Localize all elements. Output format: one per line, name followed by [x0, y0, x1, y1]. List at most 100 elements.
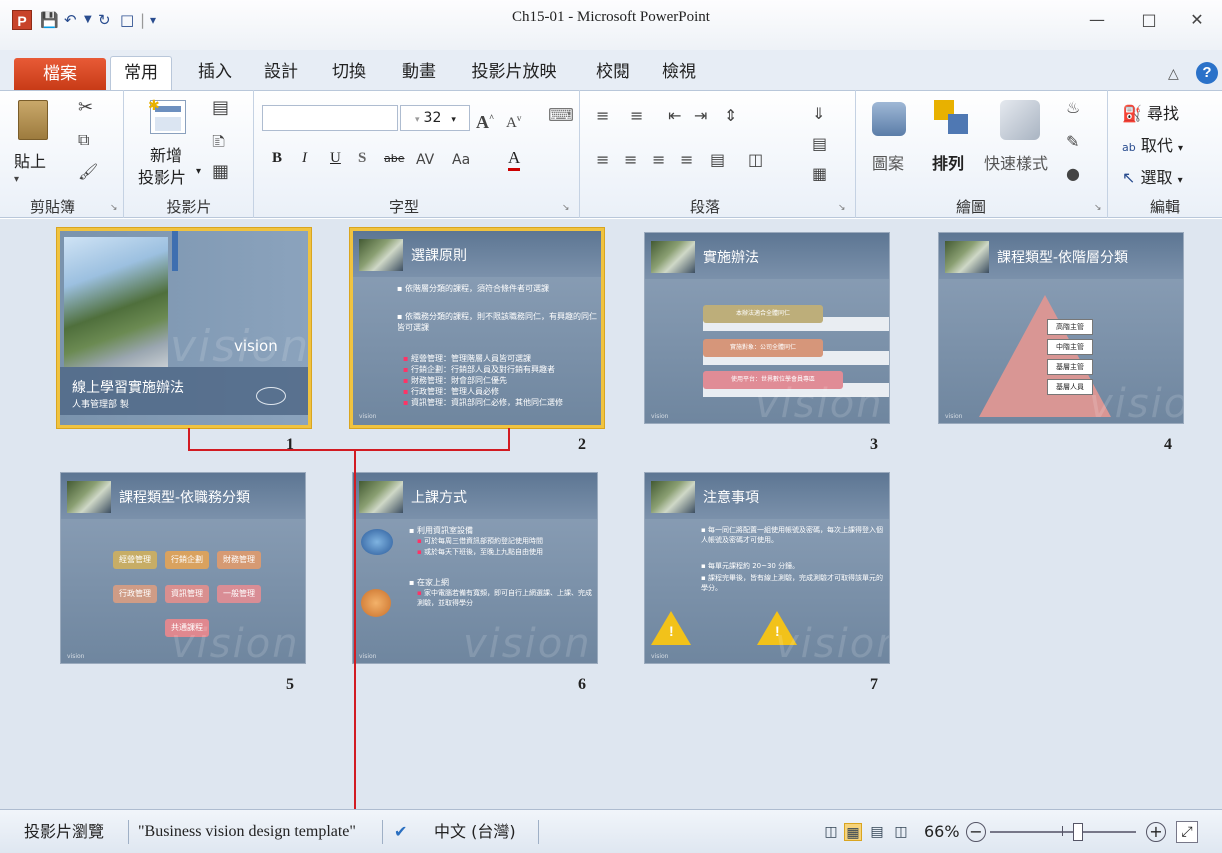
zoom-slider-thumb[interactable] — [1072, 823, 1083, 841]
slide-thumbnail-6[interactable]: 上課方式 ▪ 利用資訊室設備 ▪ 可於每周三借資訊部預約登記使用時間 ▪ 或於每… — [352, 472, 598, 664]
paste-dropdown-icon[interactable]: ▾ — [14, 170, 19, 190]
slide2-sub-bullet-1: ▪ 經營管理：管理階層人員皆可選課 — [403, 354, 531, 363]
slide-thumbnail-3[interactable]: 實施辦法 本辦法適合全體同仁 實施對象：公司全體同仁 使用平台：世界數位學會員專… — [644, 232, 890, 424]
tab-review[interactable]: 校閱 — [588, 56, 638, 90]
replace-button[interactable]: ab 取代 ▾ — [1122, 132, 1183, 156]
paste-icon[interactable] — [18, 100, 48, 140]
tab-design[interactable]: 設計 — [256, 56, 306, 90]
tab-animations[interactable]: 動畫 — [394, 56, 444, 90]
columns-icon[interactable]: ◫ — [748, 150, 763, 170]
quick-styles-button[interactable]: 快速樣式 — [984, 150, 1048, 174]
increase-indent-icon[interactable]: ⇥ — [694, 106, 707, 126]
format-painter-icon[interactable]: 🖌 — [78, 162, 98, 182]
slide-thumbnail-5[interactable]: 課程類型-依職務分類 經營管理 行銷企劃 財務管理 行政管理 資訊管理 一般管理… — [60, 472, 306, 664]
cut-icon[interactable]: ✂ — [78, 98, 93, 118]
section-icon[interactable]: ▦ — [212, 162, 229, 182]
fit-to-window-icon[interactable]: ⤢ — [1176, 821, 1198, 843]
font-name-combo[interactable] — [262, 105, 398, 131]
zoom-level[interactable]: 66% — [924, 810, 960, 853]
justify-icon[interactable]: ≡ — [680, 150, 693, 170]
reading-view-icon[interactable]: ▤ — [868, 823, 886, 841]
help-icon[interactable]: ? — [1196, 62, 1218, 84]
layout-icon[interactable]: ▤ — [212, 98, 229, 118]
tab-home[interactable]: 常用 — [110, 56, 172, 90]
slide-thumbnail-1[interactable]: vision vision 線上學習實施辦法 人事管理部 製 — [57, 228, 311, 428]
slide7-bullet-1-text: 每一同仁將配置一組使用帳號及密碼，每次上課得登入個人帳號及密碼才可使用。 — [701, 526, 883, 544]
text-direction-icon[interactable]: ⇓ — [812, 104, 825, 124]
shape-effects-icon[interactable]: ● — [1066, 164, 1080, 184]
slide-thumbnail-4[interactable]: 課程類型-依階層分類 高階主管 中階主管 基層主管 基層人員 vision vi… — [938, 232, 1184, 424]
slide6-sub-2: ▪ 或於每天下班後，至晚上九點自由使用 — [417, 548, 543, 556]
new-slide-label-1[interactable]: 新增 — [150, 142, 182, 166]
grow-font-icon[interactable]: A^ — [476, 108, 494, 132]
slide6-sub-3-text: 家中電腦若備有寬頻，即可自行上網選課、上課、完成測驗，並取得學分 — [417, 589, 592, 607]
close-button[interactable]: ✕ — [1180, 8, 1214, 32]
status-language[interactable]: 中文 (台灣) — [434, 810, 516, 853]
spelling-check-icon[interactable]: ✔ — [394, 810, 407, 853]
tab-transitions[interactable]: 切換 — [324, 56, 374, 90]
align-center-icon[interactable]: ≡ — [624, 150, 637, 170]
slideshow-view-icon[interactable]: ◫ — [892, 823, 910, 841]
shrink-font-icon[interactable]: Av — [506, 108, 521, 133]
character-spacing-icon[interactable]: AV — [416, 150, 434, 170]
find-button[interactable]: ⛽ 尋找 — [1122, 100, 1179, 124]
bold-button[interactable]: B — [272, 150, 282, 167]
shapes-button[interactable]: 圖案 — [872, 150, 904, 174]
arrange-icon[interactable] — [934, 100, 970, 136]
bullets-icon[interactable]: ≡ — [596, 106, 609, 126]
line-spacing-icon[interactable]: ⇕ — [724, 106, 737, 126]
clipboard-launcher-icon[interactable]: ↘ — [110, 203, 118, 213]
maximize-button[interactable]: □ — [1132, 8, 1166, 32]
slide5-watermark: vision — [171, 621, 300, 664]
minimize-button[interactable]: — — [1080, 8, 1114, 32]
arrange-button[interactable]: 排列 — [932, 150, 964, 174]
reset-icon[interactable]: 🗈 — [212, 132, 225, 152]
slide6-sub-3: ▪ 家中電腦若備有寬頻，即可自行上網選課、上課、完成測驗，並取得學分 — [417, 589, 592, 607]
tab-slideshow[interactable]: 投影片放映 — [462, 56, 566, 90]
zoom-slider-track[interactable] — [990, 831, 1136, 833]
paste-button[interactable]: 貼上 — [14, 148, 46, 172]
numbering-icon[interactable]: ≡ — [630, 106, 643, 126]
smartart-icon[interactable]: ▦ — [812, 164, 827, 184]
slide2-sub-bullet-3-text: 財務管理：財會部同仁優先 — [410, 376, 507, 385]
decrease-indent-icon[interactable]: ⇤ — [668, 106, 681, 126]
slide-sorter-view-icon[interactable]: ▦ — [844, 823, 862, 841]
shape-fill-icon[interactable]: ♨ — [1066, 98, 1080, 118]
shape-outline-icon[interactable]: ✎ — [1066, 132, 1079, 152]
distributed-icon[interactable]: ▤ — [710, 150, 725, 170]
quick-styles-icon[interactable] — [1000, 100, 1040, 140]
new-slide-dropdown-icon[interactable]: ▾ — [196, 166, 201, 177]
paragraph-launcher-icon[interactable]: ↘ — [838, 203, 846, 213]
change-case-icon[interactable]: Aa — [452, 150, 470, 170]
slide5-box-4: 行政管理 — [113, 585, 157, 603]
font-color-button[interactable]: A — [508, 148, 521, 171]
minimize-ribbon-icon[interactable]: △ — [1168, 66, 1179, 82]
align-left-icon[interactable]: ≡ — [596, 150, 609, 170]
drawing-launcher-icon[interactable]: ↘ — [1094, 203, 1102, 213]
status-theme-name[interactable]: "Business vision design template" — [138, 810, 356, 853]
replace-label: 取代 — [1140, 136, 1173, 155]
tab-view[interactable]: 檢視 — [654, 56, 704, 90]
underline-button[interactable]: U — [330, 150, 341, 167]
align-right-icon[interactable]: ≡ — [652, 150, 665, 170]
clear-formatting-icon[interactable]: ⌨ — [548, 106, 574, 126]
font-launcher-icon[interactable]: ↘ — [562, 203, 570, 213]
slide-number-3: 3 — [870, 436, 878, 453]
tab-file[interactable]: 檔案 — [14, 58, 106, 90]
font-size-combo[interactable]: ▾ 32 ▾ — [400, 105, 470, 131]
strikethrough-button[interactable]: abe — [384, 152, 405, 165]
italic-button[interactable]: I — [302, 150, 307, 167]
zoom-in-button[interactable]: + — [1146, 822, 1166, 842]
slide-thumbnail-7[interactable]: 注意事項 ▪ 每一同仁將配置一組使用帳號及密碼，每次上課得登入個人帳號及密碼才可… — [644, 472, 890, 664]
normal-view-icon[interactable]: ◫ — [822, 823, 840, 841]
zoom-out-button[interactable]: − — [966, 822, 986, 842]
copy-icon[interactable]: ⧉ — [78, 130, 89, 150]
align-text-icon[interactable]: ▤ — [812, 134, 827, 154]
tab-insert[interactable]: 插入 — [190, 56, 240, 90]
slide7-bullet-2-text: 每單元課程約 20~30 分鐘。 — [707, 562, 800, 570]
new-slide-label-2[interactable]: 投影片 — [138, 164, 186, 188]
shadow-button[interactable]: S — [358, 150, 366, 167]
slide-thumbnail-2[interactable]: 選課原則 ▪ 依階層分類的課程，須符合條件者可選課 ▪ 依職務分類的課程，則不限… — [350, 228, 604, 428]
select-button[interactable]: ↖ 選取 ▾ — [1122, 164, 1183, 188]
shapes-icon[interactable] — [872, 102, 906, 136]
